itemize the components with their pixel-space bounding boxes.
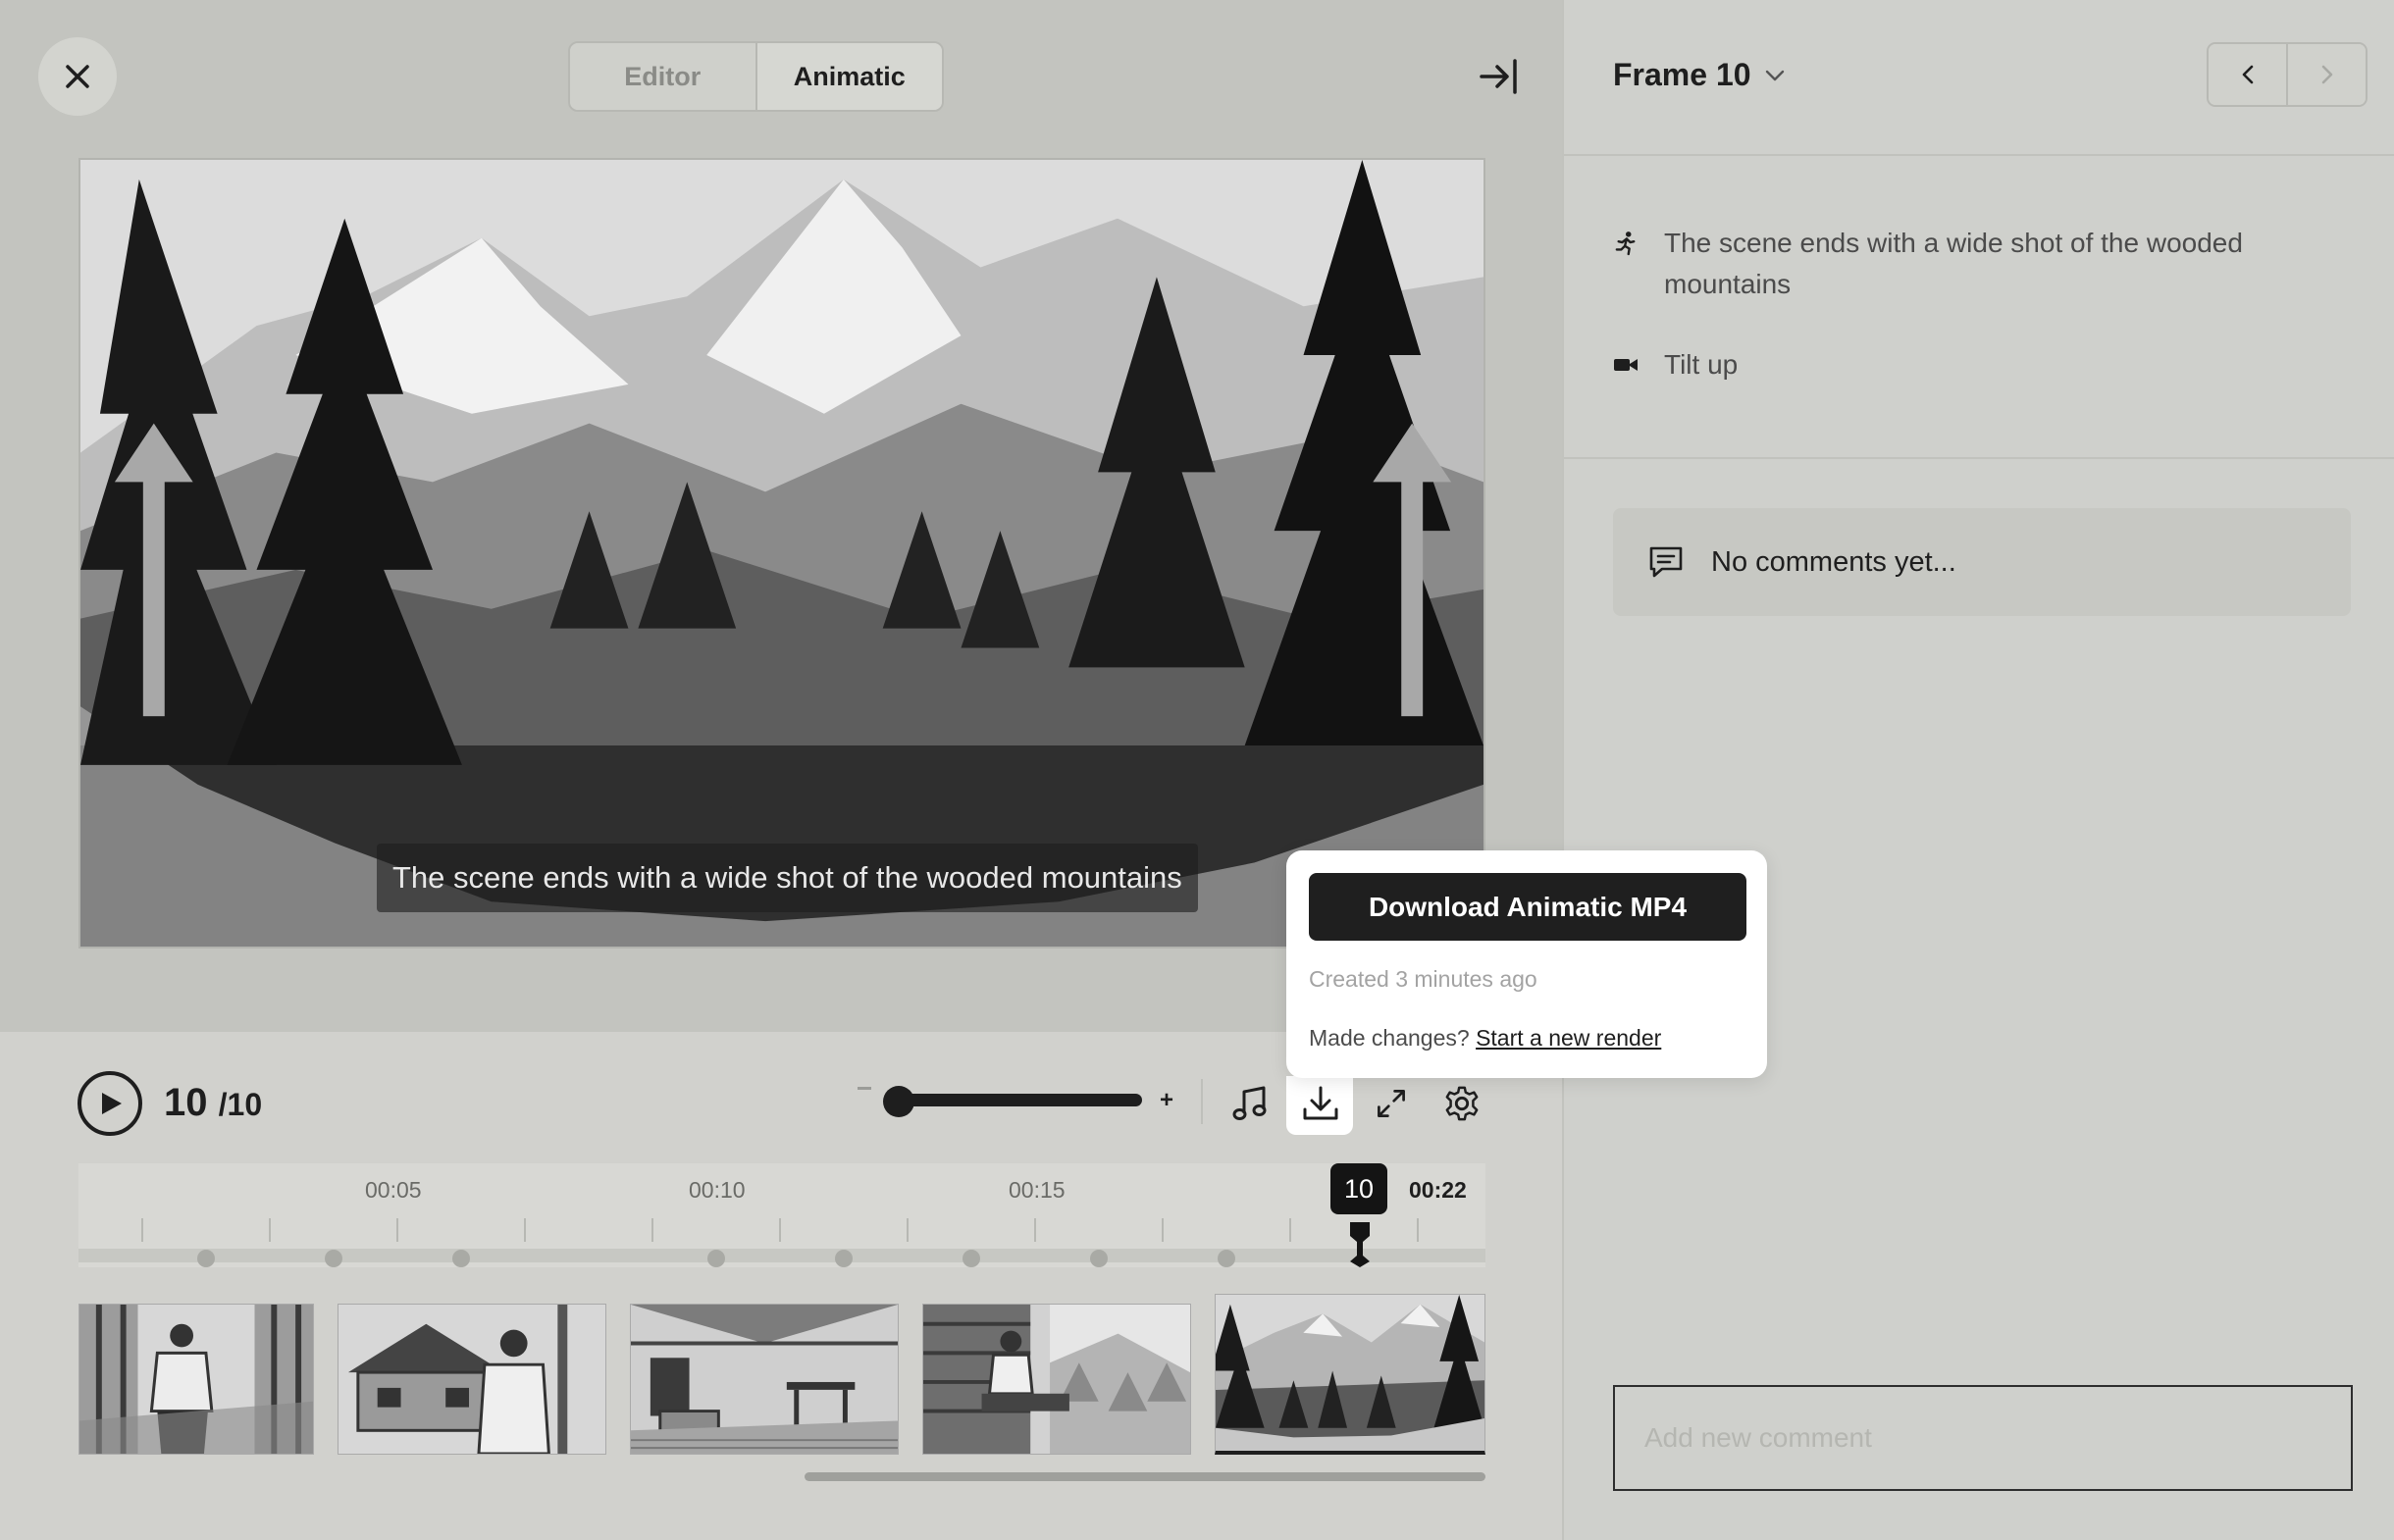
thumbnail-image — [338, 1305, 605, 1454]
frame-thumbnail[interactable] — [78, 1304, 314, 1455]
camera-text: Tilt up — [1664, 349, 1739, 380]
chevron-right-icon — [2321, 65, 2332, 84]
preview-caption: The scene ends with a wide shot of the w… — [377, 844, 1198, 912]
download-mp4-button[interactable]: Download Animatic MP4 — [1309, 873, 1746, 941]
frame-thumbnail[interactable] — [922, 1304, 1191, 1455]
changes-prompt-text: Made changes? — [1309, 1025, 1470, 1051]
timeline[interactable]: 00:05 00:10 00:15 00:22 10 — [78, 1163, 1485, 1267]
chevron-down-icon — [1765, 70, 1784, 80]
frame-marker[interactable] — [707, 1250, 725, 1267]
frame-selector[interactable]: Frame 10 — [1613, 57, 1785, 93]
frame-navigation — [2207, 42, 2368, 107]
current-frame: 10 — [164, 1081, 208, 1124]
no-comments-text: No comments yet... — [1711, 545, 1956, 578]
header-divider — [1564, 154, 2394, 156]
expand-icon — [1378, 1090, 1405, 1117]
timeline-tick — [779, 1218, 781, 1242]
frame-marker[interactable] — [1090, 1250, 1108, 1267]
mode-toggle: Editor Animatic — [568, 41, 944, 112]
timeline-end-time: 00:22 — [1409, 1177, 1467, 1203]
frame-marker[interactable] — [452, 1250, 470, 1267]
music-note-icon — [1232, 1086, 1267, 1120]
gear-icon — [1445, 1086, 1479, 1121]
timeline-tick — [141, 1218, 143, 1242]
playhead-frame-badge[interactable]: 10 — [1330, 1163, 1387, 1214]
running-figure-icon — [1613, 223, 1639, 264]
zoom-slider-track[interactable] — [887, 1094, 1142, 1106]
timeline-tick — [907, 1218, 909, 1242]
start-new-render-link[interactable]: Start a new render — [1476, 1025, 1661, 1051]
timeline-rail — [78, 1249, 1485, 1262]
tab-editor[interactable]: Editor — [570, 43, 757, 110]
timeline-label-10s: 00:10 — [689, 1177, 746, 1203]
frame-marker[interactable] — [1218, 1250, 1235, 1267]
frame-marker[interactable] — [835, 1250, 853, 1267]
timeline-label-15s: 00:15 — [1009, 1177, 1066, 1203]
collapse-panel-button[interactable] — [1478, 55, 1521, 98]
thumbnail-image — [79, 1305, 313, 1454]
thumbnail-image — [631, 1305, 898, 1454]
play-button[interactable] — [78, 1071, 142, 1136]
playhead-handle[interactable] — [1349, 1222, 1371, 1267]
previous-frame-button[interactable] — [2209, 44, 2288, 105]
frame-marker[interactable] — [963, 1250, 980, 1267]
comment-icon — [1649, 546, 1683, 578]
render-created-time: Created 3 minutes ago — [1309, 966, 1537, 992]
timeline-tick — [524, 1218, 526, 1242]
frame-marker[interactable] — [325, 1250, 342, 1267]
timeline-tick — [396, 1218, 398, 1242]
timeline-tick — [1289, 1218, 1291, 1242]
total-frames: /10 — [218, 1087, 263, 1122]
comment-input[interactable] — [1613, 1385, 2353, 1491]
timeline-tick — [1034, 1218, 1036, 1242]
action-text: The scene ends with a wide shot of the w… — [1664, 228, 2243, 299]
frame-counter: 10 /10 — [164, 1081, 262, 1125]
play-icon — [102, 1093, 122, 1114]
camera-description: Tilt up — [1613, 344, 1738, 385]
timeline-tick — [1162, 1218, 1164, 1242]
download-button[interactable] — [1297, 1080, 1344, 1127]
thumbnail-image — [1216, 1295, 1484, 1451]
timeline-label-5s: 00:05 — [365, 1177, 422, 1203]
video-camera-icon — [1613, 344, 1639, 385]
settings-button[interactable] — [1438, 1080, 1485, 1127]
timeline-tick — [269, 1218, 271, 1242]
thumbnail-image — [923, 1305, 1190, 1454]
frame-thumbnail-selected[interactable] — [1215, 1294, 1485, 1455]
collapse-panel-icon — [1480, 59, 1517, 94]
tab-animatic[interactable]: Animatic — [756, 43, 942, 110]
timeline-tick — [651, 1218, 653, 1242]
frame-thumbnail[interactable] — [338, 1304, 606, 1455]
download-icon — [1303, 1086, 1338, 1120]
chevron-left-icon — [2242, 65, 2253, 84]
frame-title: Frame 10 — [1613, 57, 1751, 92]
render-prompt: Made changes? Start a new render — [1309, 1025, 1661, 1052]
action-description: The scene ends with a wide shot of the w… — [1613, 223, 2319, 305]
mountain-forest-illustration — [80, 160, 1483, 947]
close-button[interactable] — [38, 37, 117, 116]
music-button[interactable] — [1226, 1080, 1274, 1127]
download-popover: Download Animatic MP4 Created 3 minutes … — [1286, 850, 1767, 1078]
frame-preview: The scene ends with a wide shot of the w… — [78, 158, 1485, 949]
frame-details-panel: Frame 10 The scene ends with a wide shot… — [1562, 0, 2394, 1540]
timeline-tick — [1417, 1218, 1419, 1242]
editor-area: Editor Animatic The scene ends with a wi… — [0, 0, 1562, 1540]
controls-divider — [1201, 1079, 1203, 1124]
zoom-in-icon[interactable]: + — [1160, 1087, 1173, 1114]
thumbnail-scrollbar[interactable] — [805, 1472, 1485, 1481]
details-divider — [1564, 457, 2394, 459]
zoom-slider-handle[interactable] — [883, 1086, 914, 1117]
close-icon — [66, 65, 89, 88]
frame-thumbnail[interactable] — [630, 1304, 899, 1455]
next-frame-button[interactable] — [2288, 44, 2366, 105]
fullscreen-button[interactable] — [1368, 1080, 1415, 1127]
comments-empty-state: No comments yet... — [1613, 508, 2351, 616]
zoom-out-icon[interactable] — [858, 1087, 871, 1090]
frame-marker[interactable] — [197, 1250, 215, 1267]
